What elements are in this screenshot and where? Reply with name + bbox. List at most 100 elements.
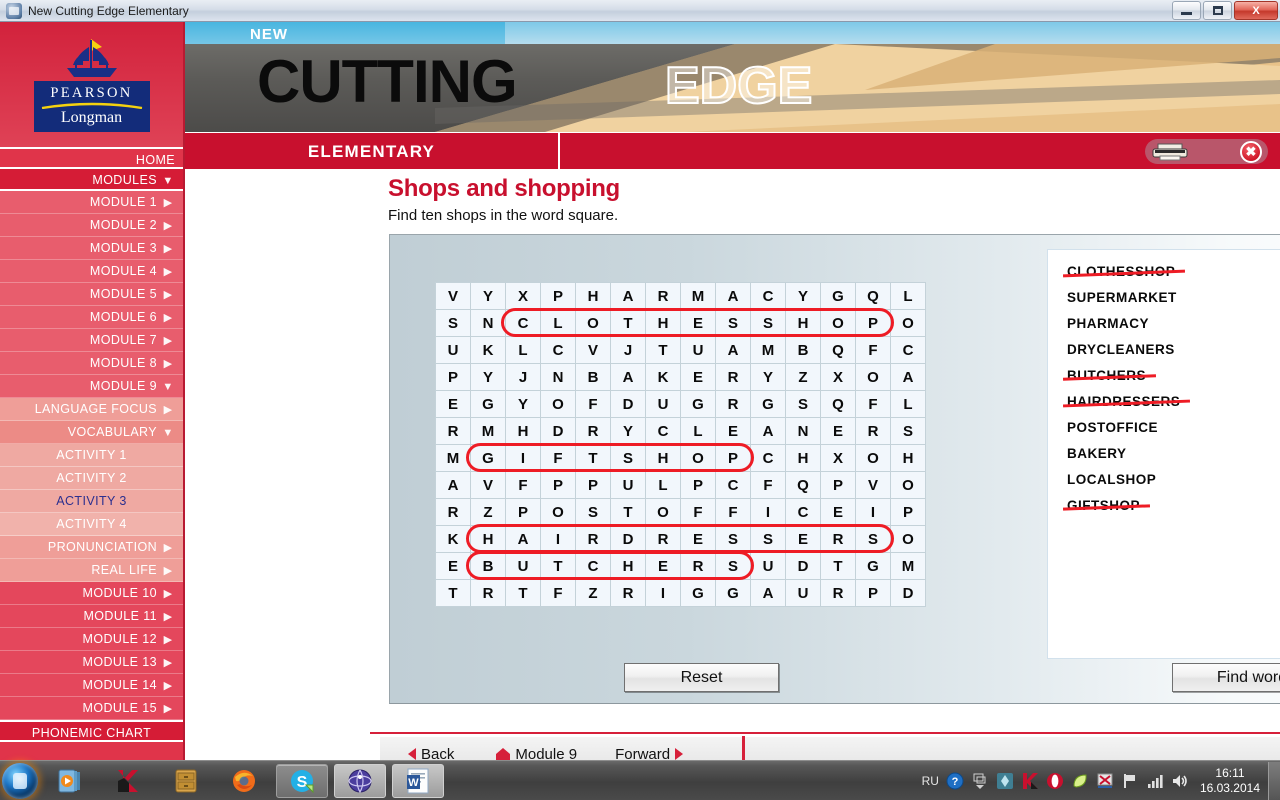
grid-cell[interactable]: R	[856, 418, 890, 444]
taskbar-firefox-icon[interactable]	[218, 764, 270, 798]
sidebar-item-module-5[interactable]: MODULE 5 ▶	[0, 283, 183, 306]
grid-cell[interactable]: B	[471, 553, 505, 579]
word-list-item[interactable]: BUTCHERS	[1062, 363, 1280, 389]
grid-cell[interactable]: D	[611, 526, 645, 552]
grid-cell[interactable]: N	[471, 310, 505, 336]
sidebar-item-module-4[interactable]: MODULE 4 ▶	[0, 260, 183, 283]
sidebar-item-modules[interactable]: MODULES ▼	[0, 169, 183, 191]
network-signal-icon[interactable]	[1146, 772, 1164, 790]
show-hidden-icons-icon[interactable]	[971, 772, 989, 790]
sidebar-item-module-10[interactable]: MODULE 10 ▶	[0, 582, 183, 605]
grid-cell[interactable]: S	[856, 526, 890, 552]
grid-cell[interactable]: H	[891, 445, 925, 471]
grid-cell[interactable]: C	[891, 337, 925, 363]
restore-button[interactable]	[1203, 1, 1232, 20]
grid-cell[interactable]: X	[506, 283, 540, 309]
grid-cell[interactable]: L	[506, 337, 540, 363]
grid-cell[interactable]: L	[891, 283, 925, 309]
grid-cell[interactable]: Y	[471, 364, 505, 390]
grid-cell[interactable]: H	[786, 445, 820, 471]
grid-cell[interactable]: U	[786, 580, 820, 606]
grid-cell[interactable]: J	[611, 337, 645, 363]
grid-cell[interactable]: V	[576, 337, 610, 363]
grid-cell[interactable]: H	[786, 310, 820, 336]
word-list-item[interactable]: BAKERY	[1067, 441, 1280, 467]
grid-cell[interactable]: B	[576, 364, 610, 390]
grid-cell[interactable]: L	[891, 391, 925, 417]
grid-cell[interactable]: R	[436, 499, 470, 525]
grid-cell[interactable]: Y	[506, 391, 540, 417]
taskbar-media-player-icon[interactable]	[44, 764, 96, 798]
grid-cell[interactable]: A	[751, 580, 785, 606]
grid-cell[interactable]: O	[541, 391, 575, 417]
grid-cell[interactable]: Y	[786, 283, 820, 309]
grid-cell[interactable]: Q	[821, 337, 855, 363]
grid-cell[interactable]: B	[786, 337, 820, 363]
grid-cell[interactable]: E	[821, 499, 855, 525]
grid-cell[interactable]: D	[891, 580, 925, 606]
grid-cell[interactable]: Z	[786, 364, 820, 390]
grid-cell[interactable]: O	[856, 364, 890, 390]
grid-cell[interactable]: S	[751, 310, 785, 336]
grid-cell[interactable]: I	[506, 445, 540, 471]
grid-cell[interactable]: O	[891, 526, 925, 552]
word-list-item[interactable]: SUPERMARKET	[1067, 285, 1280, 311]
grid-cell[interactable]: S	[611, 445, 645, 471]
grid-cell[interactable]: E	[646, 553, 680, 579]
grid-cell[interactable]: Q	[821, 391, 855, 417]
grid-cell[interactable]: C	[716, 472, 750, 498]
grid-cell[interactable]: A	[716, 283, 750, 309]
grid-cell[interactable]: L	[541, 310, 575, 336]
grid-cell[interactable]: R	[436, 418, 470, 444]
grid-cell[interactable]: I	[856, 499, 890, 525]
grid-cell[interactable]: F	[856, 391, 890, 417]
grid-cell[interactable]: O	[646, 499, 680, 525]
grid-cell[interactable]: C	[576, 553, 610, 579]
grid-cell[interactable]: J	[506, 364, 540, 390]
grid-cell[interactable]: C	[786, 499, 820, 525]
sidebar-item-module-7[interactable]: MODULE 7 ▶	[0, 329, 183, 352]
grid-cell[interactable]: O	[891, 472, 925, 498]
word-list-item[interactable]: LOCALSHOP	[1067, 467, 1280, 493]
grid-cell[interactable]: G	[471, 391, 505, 417]
grid-cell[interactable]: F	[506, 472, 540, 498]
help-icon[interactable]: ?	[946, 772, 964, 790]
grid-cell[interactable]: O	[681, 445, 715, 471]
grid-cell[interactable]: Q	[786, 472, 820, 498]
grid-cell[interactable]: V	[436, 283, 470, 309]
grid-cell[interactable]: L	[646, 472, 680, 498]
grid-cell[interactable]: D	[786, 553, 820, 579]
grid-cell[interactable]: T	[436, 580, 470, 606]
sidebar-item-activity-3[interactable]: ACTIVITY 3	[0, 490, 183, 513]
word-list-item[interactable]: PHARMACY	[1067, 311, 1280, 337]
grid-cell[interactable]: G	[751, 391, 785, 417]
grid-cell[interactable]: Y	[751, 364, 785, 390]
grid-cell[interactable]: P	[681, 472, 715, 498]
word-list-item[interactable]: POSTOFFICE	[1067, 415, 1280, 441]
show-desktop-button[interactable]	[1268, 762, 1280, 800]
grid-cell[interactable]: A	[506, 526, 540, 552]
grid-cell[interactable]: I	[646, 580, 680, 606]
grid-cell[interactable]: S	[716, 526, 750, 552]
grid-cell[interactable]: E	[716, 418, 750, 444]
sidebar-item-pronunciation[interactable]: PRONUNCIATION ▶	[0, 536, 183, 559]
grid-cell[interactable]: T	[611, 499, 645, 525]
sidebar-item-module-6[interactable]: MODULE 6 ▶	[0, 306, 183, 329]
leaf-tray-icon[interactable]	[1071, 772, 1089, 790]
taskbar-file-cabinet-icon[interactable]	[160, 764, 212, 798]
grid-cell[interactable]: K	[646, 364, 680, 390]
grid-cell[interactable]: Q	[856, 283, 890, 309]
flag-action-center-icon[interactable]	[1121, 772, 1139, 790]
grid-cell[interactable]: I	[541, 526, 575, 552]
grid-cell[interactable]: Z	[471, 499, 505, 525]
grid-cell[interactable]: T	[821, 553, 855, 579]
grid-cell[interactable]: U	[436, 337, 470, 363]
grid-cell[interactable]: P	[541, 472, 575, 498]
grid-cell[interactable]: C	[751, 445, 785, 471]
grid-cell[interactable]: F	[541, 445, 575, 471]
sidebar-item-module-2[interactable]: MODULE 2 ▶	[0, 214, 183, 237]
grid-cell[interactable]: K	[436, 526, 470, 552]
word-square-grid[interactable]: VYXPHARMACYGQLSNCLOTHESSHOPOUKLCVJTUAMBQ…	[435, 282, 926, 607]
usb-eject-tray-icon[interactable]	[1096, 772, 1114, 790]
grid-cell[interactable]: K	[471, 337, 505, 363]
